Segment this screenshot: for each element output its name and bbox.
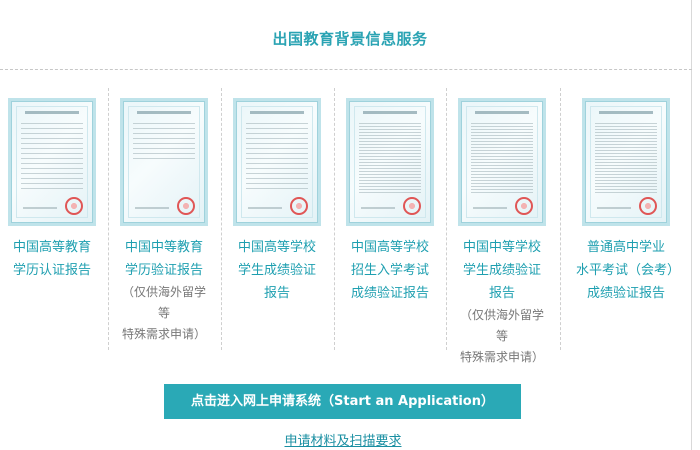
seal-icon [403,197,421,215]
certificate-thumbnail[interactable] [120,98,208,226]
column-divider [560,88,561,350]
card-title-line[interactable]: 中国中等教育 [117,236,211,259]
certificate-thumbnail[interactable] [582,98,670,226]
certificate-footer-line [248,207,282,209]
certificate-footer-line [135,207,169,209]
certificate-text-lines [595,123,657,193]
card-note-line: （仅供海外留学等 [121,285,206,320]
card-title-line[interactable]: 成绩验证报告 [576,282,676,305]
card-note-line: 特殊需求申请） [459,350,544,364]
certificate-title-line [25,111,79,114]
certificate-thumbnail[interactable] [346,98,434,226]
certificate-title-line [599,111,653,114]
card-title-line[interactable]: 报告 [455,282,549,305]
column-divider [334,88,335,350]
report-card-secondary-school-transcript[interactable]: 中国中等学校 学生成绩验证 报告 （仅供海外留学等 特殊需求申请） [455,98,549,368]
seal-icon [515,197,533,215]
seal-icon [177,197,195,215]
card-title-line[interactable]: 中国中等学校 [455,236,549,259]
column-divider [108,88,109,350]
card-title-line[interactable]: 报告 [230,282,324,305]
card-title-line[interactable]: 招生入学考试 [343,259,437,282]
certificate-text-lines [359,123,421,193]
certificate-footer-line [597,207,631,209]
report-card-academic-proficiency-test[interactable]: 普通高中学业 水平考试（会考） 成绩验证报告 [576,98,680,305]
report-card-higher-education-degree[interactable]: 中国高等教育 学历认证报告 [5,98,99,282]
seal-icon [290,197,308,215]
card-title-line[interactable]: 学生成绩验证 [455,259,549,282]
certificate-text-lines [246,123,308,193]
column-divider [446,88,447,350]
certificate-title-line [363,111,417,114]
column-divider [221,88,222,350]
seal-icon [639,197,657,215]
card-title-line[interactable]: 学历认证报告 [5,259,99,282]
card-title-line[interactable]: 普通高中学业 [576,236,676,259]
card-note-line: 特殊需求申请） [121,327,206,341]
card-title-line[interactable]: 成绩验证报告 [343,282,437,305]
certificate-thumbnail[interactable] [8,98,96,226]
certificate-title-line [250,111,304,114]
certificate-footer-line [473,207,507,209]
card-note-line: （仅供海外留学等 [459,308,544,343]
certificate-footer-line [361,207,395,209]
start-application-button[interactable]: 点击进入网上申请系统（Start an Application） [164,384,521,419]
card-title-line[interactable]: 中国高等学校 [230,236,324,259]
certificate-title-line [137,111,191,114]
report-card-higher-education-transcript[interactable]: 中国高等学校 学生成绩验证 报告 [230,98,324,305]
card-title-line[interactable]: 水平考试（会考） [576,259,680,282]
card-title-line[interactable]: 学历验证报告 [117,259,211,282]
seal-icon [65,197,83,215]
card-title-line[interactable]: 中国高等教育 [5,236,99,259]
report-card-college-entrance-exam[interactable]: 中国高等学校 招生入学考试 成绩验证报告 [343,98,437,305]
certificate-thumbnail[interactable] [233,98,321,226]
certificate-text-lines [471,123,533,193]
card-title-line[interactable]: 学生成绩验证 [230,259,324,282]
application-materials-link[interactable]: 申请材料及扫描要求 [0,430,686,449]
report-card-secondary-education-degree[interactable]: 中国中等教育 学历验证报告 （仅供海外留学等 特殊需求申请） [117,98,211,345]
certificate-text-lines [21,123,83,193]
report-card-list: 中国高等教育 学历认证报告 中国中等教育 学历验证报告 （仅供海外留学等 特殊需… [0,0,700,364]
certificate-footer-line [23,207,57,209]
certificate-thumbnail[interactable] [458,98,546,226]
card-title-line[interactable]: 中国高等学校 [343,236,437,259]
certificate-text-lines [133,123,195,163]
certificate-title-line [475,111,529,114]
